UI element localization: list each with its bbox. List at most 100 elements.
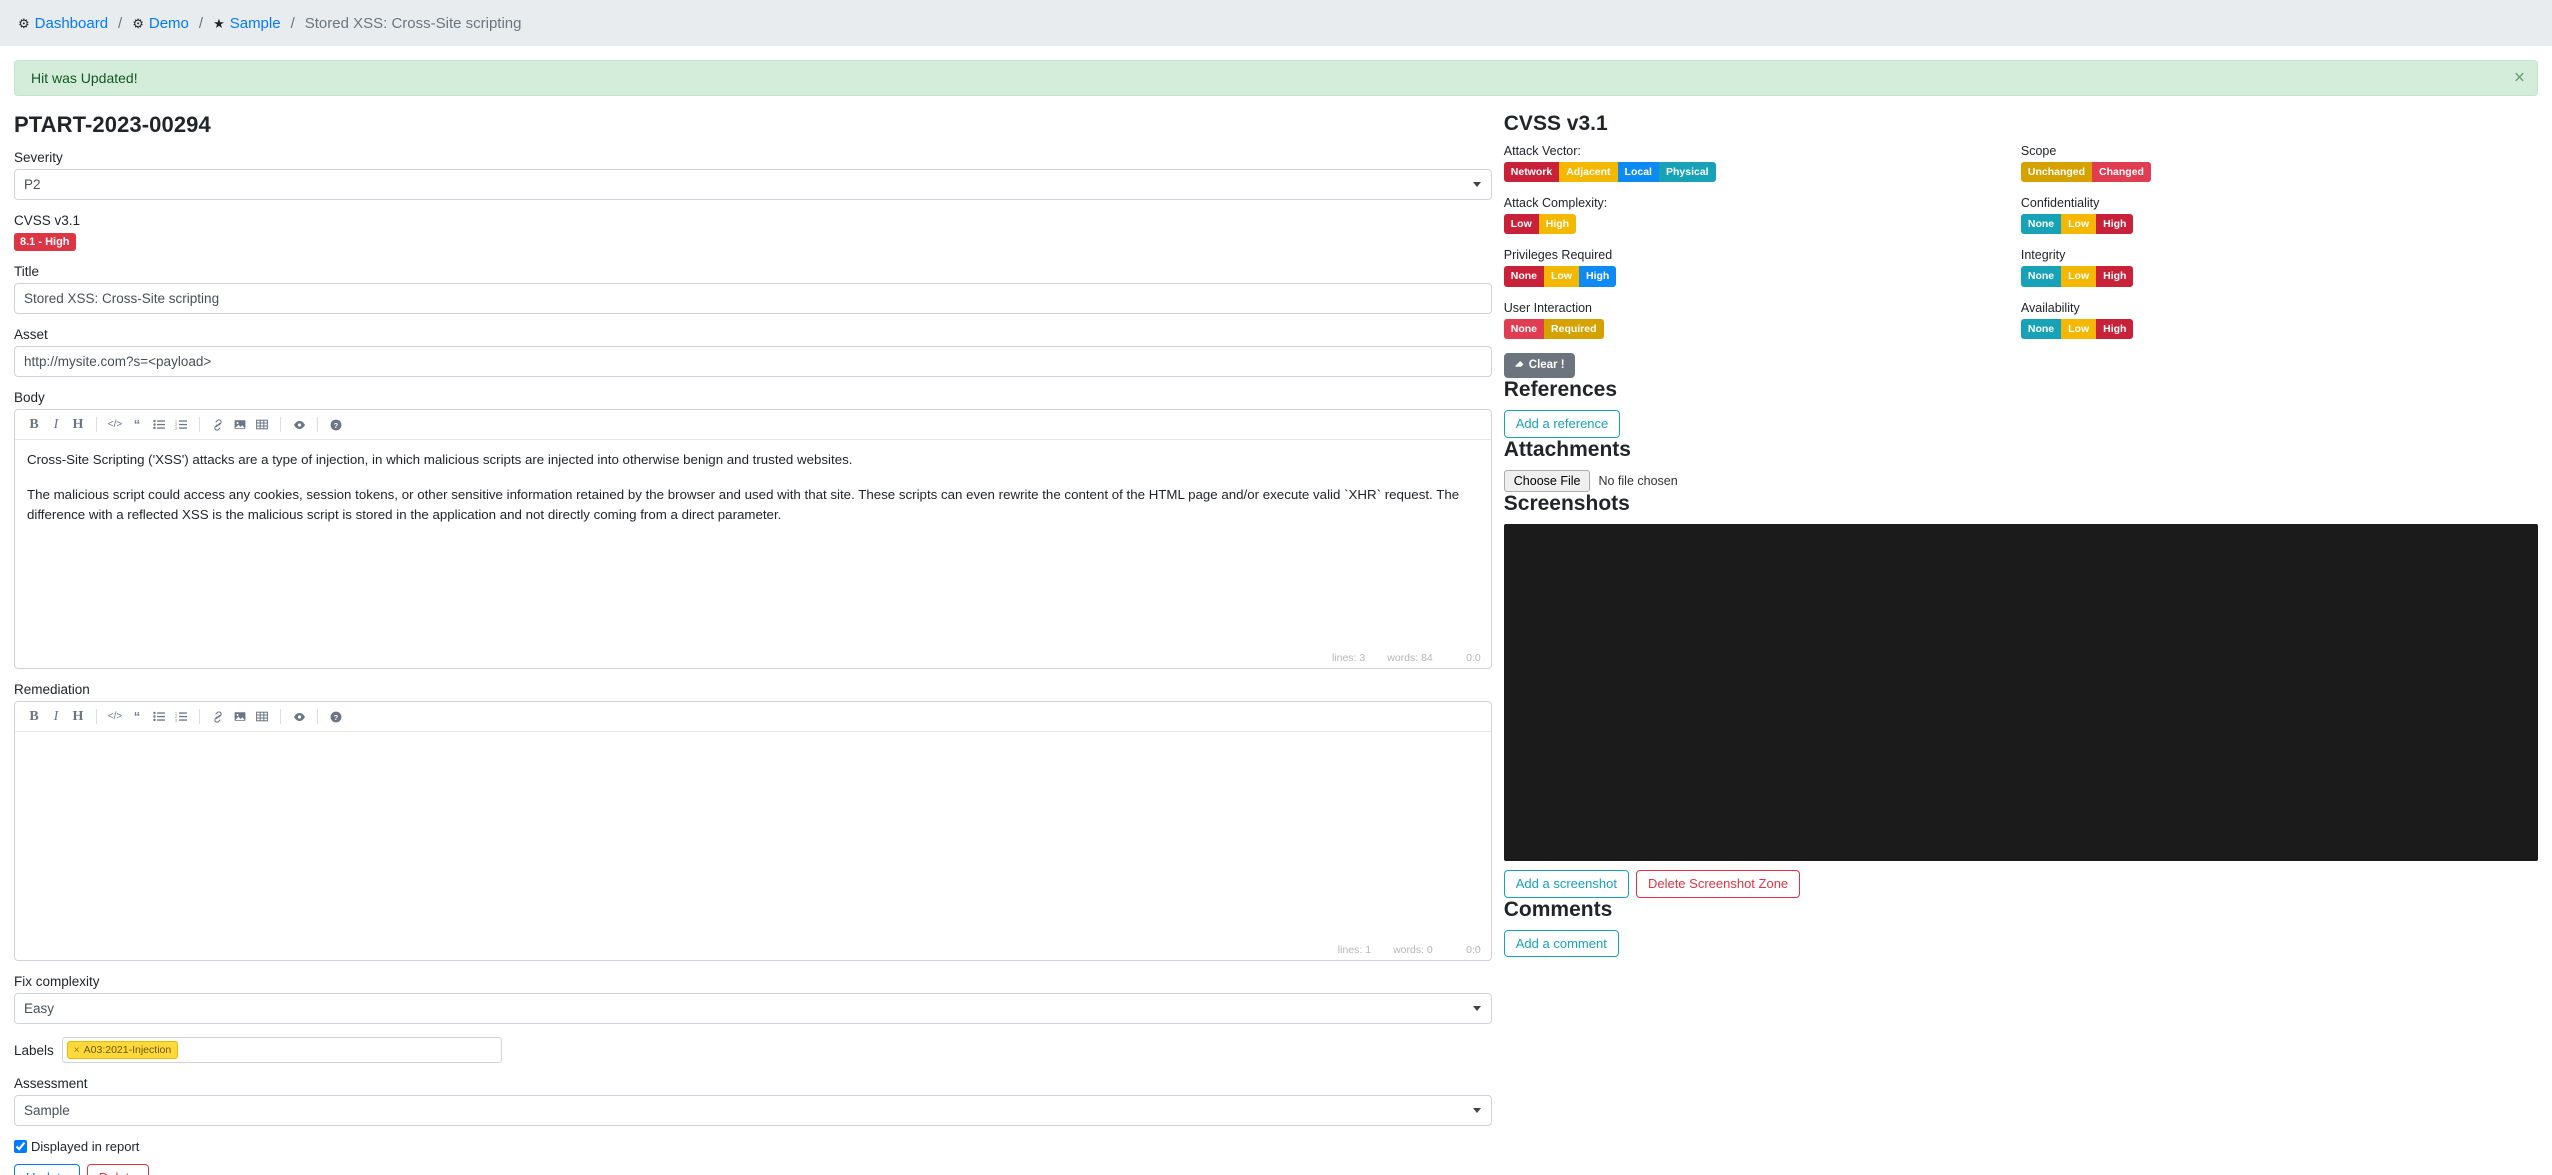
heading-icon[interactable]: H bbox=[67, 414, 89, 436]
delete-button[interactable]: Delete bbox=[87, 1164, 149, 1175]
integrity-option-none[interactable]: None bbox=[2021, 266, 2061, 286]
title-input[interactable]: Stored XSS: Cross-Site scripting bbox=[14, 283, 1492, 314]
alert-close-icon[interactable]: × bbox=[2514, 69, 2525, 88]
bullet-list-icon[interactable] bbox=[148, 706, 170, 728]
privileges-required-option-high[interactable]: High bbox=[1579, 266, 1616, 286]
update-button[interactable]: Update bbox=[14, 1164, 80, 1175]
bold-icon[interactable]: B bbox=[23, 414, 45, 436]
preview-eye-icon[interactable] bbox=[288, 414, 310, 436]
integrity-option-low[interactable]: Low bbox=[2061, 266, 2096, 286]
breadcrumb-item-sample[interactable]: ★ Sample bbox=[213, 15, 281, 32]
add-reference-button[interactable]: Add a reference bbox=[1504, 410, 1621, 438]
code-icon[interactable]: </> bbox=[104, 706, 126, 728]
italic-icon[interactable]: I bbox=[45, 414, 67, 436]
link-icon[interactable] bbox=[207, 706, 229, 728]
availability-option-high[interactable]: High bbox=[2096, 319, 2133, 339]
attack-complexity-label: Attack Complexity: bbox=[1504, 196, 2021, 210]
confidentiality-option-high[interactable]: High bbox=[2096, 214, 2133, 234]
user-interaction-option-required[interactable]: Required bbox=[1544, 319, 1604, 339]
user-interaction-option-none[interactable]: None bbox=[1504, 319, 1544, 339]
label-tag-remove-icon[interactable]: × bbox=[74, 1045, 80, 1056]
breadcrumb-item-dashboard[interactable]: ⚙ Dashboard bbox=[18, 15, 108, 32]
choose-file-button[interactable]: Choose File bbox=[1504, 470, 1591, 492]
scope-option-unchanged[interactable]: Unchanged bbox=[2021, 162, 2092, 182]
link-icon[interactable] bbox=[207, 414, 229, 436]
attack-complexity-option-low[interactable]: Low bbox=[1504, 214, 1539, 234]
assessment-select[interactable]: Sample bbox=[14, 1095, 1492, 1126]
breadcrumb-link-sample[interactable]: Sample bbox=[230, 15, 281, 32]
attack-complexity-options: Low High bbox=[1504, 214, 1576, 234]
quote-icon[interactable]: “ bbox=[126, 706, 148, 728]
cvss-and-media-column: CVSS v3.1 Attack Vector: Network Adjacen… bbox=[1504, 96, 2538, 1175]
image-icon[interactable] bbox=[229, 414, 251, 436]
remediation-editor[interactable]: B I H </> “ 123 bbox=[14, 701, 1492, 961]
cvss-group-integrity: Integrity None Low High bbox=[2021, 248, 2538, 286]
scope-option-changed[interactable]: Changed bbox=[2092, 162, 2151, 182]
help-icon[interactable]: ? bbox=[325, 706, 347, 728]
displayed-in-report-checkbox[interactable] bbox=[14, 1140, 27, 1153]
label-tag[interactable]: × A03:2021-Injection bbox=[67, 1041, 178, 1059]
confidentiality-option-none[interactable]: None bbox=[2021, 214, 2061, 234]
preview-eye-icon[interactable] bbox=[288, 706, 310, 728]
remediation-label: Remediation bbox=[14, 682, 1492, 697]
attack-complexity-option-high[interactable]: High bbox=[1539, 214, 1576, 234]
remediation-editor-content[interactable] bbox=[15, 732, 1491, 944]
toolbar-divider bbox=[280, 417, 281, 432]
alert-message: Hit was Updated! bbox=[31, 70, 138, 86]
ordered-list-icon[interactable]: 123 bbox=[170, 706, 192, 728]
availability-option-none[interactable]: None bbox=[2021, 319, 2061, 339]
body-cursor-position: 0:0 bbox=[1455, 652, 1481, 664]
attachment-file-input[interactable]: Choose File No file chosen bbox=[1504, 470, 2538, 492]
asset-field-group: Asset http://mysite.com?s=<payload> bbox=[14, 327, 1492, 377]
availability-options: None Low High bbox=[2021, 319, 2134, 339]
body-paragraph: Cross-Site Scripting ('XSS') attacks are… bbox=[27, 450, 1479, 471]
attack-vector-option-network[interactable]: Network bbox=[1504, 162, 1559, 182]
severity-select[interactable]: P2 bbox=[14, 169, 1492, 200]
quote-icon[interactable]: “ bbox=[126, 414, 148, 436]
attachments-heading: Attachments bbox=[1504, 438, 2538, 462]
italic-icon[interactable]: I bbox=[45, 706, 67, 728]
title-field-group: Title Stored XSS: Cross-Site scripting bbox=[14, 264, 1492, 314]
code-icon[interactable]: </> bbox=[104, 414, 126, 436]
table-icon[interactable] bbox=[251, 414, 273, 436]
add-comment-button[interactable]: Add a comment bbox=[1504, 930, 1619, 958]
cvss-clear-button[interactable]: Clear ! bbox=[1504, 353, 1575, 379]
bold-icon[interactable]: B bbox=[23, 706, 45, 728]
cvss-metrics-grid: Attack Vector: Network Adjacent Local Ph… bbox=[1504, 144, 2538, 353]
table-icon[interactable] bbox=[251, 706, 273, 728]
body-editor[interactable]: B I H </> “ 123 bbox=[14, 409, 1492, 669]
scope-label: Scope bbox=[2021, 144, 2538, 158]
heading-icon[interactable]: H bbox=[67, 706, 89, 728]
attack-vector-option-physical[interactable]: Physical bbox=[1659, 162, 1716, 182]
image-icon[interactable] bbox=[229, 706, 251, 728]
ordered-list-icon[interactable]: 123 bbox=[170, 414, 192, 436]
availability-option-low[interactable]: Low bbox=[2061, 319, 2096, 339]
privileges-required-option-low[interactable]: Low bbox=[1544, 266, 1579, 286]
cvss-score-group: CVSS v3.1 8.1 - High bbox=[14, 213, 1492, 251]
screenshot-zone[interactable] bbox=[1504, 524, 2538, 861]
help-icon[interactable]: ? bbox=[325, 414, 347, 436]
confidentiality-option-low[interactable]: Low bbox=[2061, 214, 2096, 234]
remediation-editor-status: lines: 1 words: 0 0:0 bbox=[15, 944, 1491, 960]
user-interaction-options: None Required bbox=[1504, 319, 1604, 339]
breadcrumb-link-dashboard[interactable]: Dashboard bbox=[35, 15, 108, 32]
asset-input[interactable]: http://mysite.com?s=<payload> bbox=[14, 346, 1492, 377]
breadcrumb-link-demo[interactable]: Demo bbox=[149, 15, 189, 32]
add-screenshot-button[interactable]: Add a screenshot bbox=[1504, 870, 1629, 898]
integrity-option-high[interactable]: High bbox=[2096, 266, 2133, 286]
cvss-score-label: CVSS v3.1 bbox=[14, 213, 1492, 228]
labels-input[interactable]: × A03:2021-Injection bbox=[62, 1037, 502, 1063]
breadcrumb-item-demo[interactable]: ⚙ Demo bbox=[132, 15, 189, 32]
bullet-list-icon[interactable] bbox=[148, 414, 170, 436]
attack-vector-option-adjacent[interactable]: Adjacent bbox=[1559, 162, 1617, 182]
privileges-required-label: Privileges Required bbox=[1504, 248, 2021, 262]
privileges-required-option-none[interactable]: None bbox=[1504, 266, 1544, 286]
body-editor-content[interactable]: Cross-Site Scripting ('XSS') attacks are… bbox=[15, 440, 1491, 652]
remediation-editor-toolbar: B I H </> “ 123 bbox=[15, 702, 1491, 732]
fix-complexity-select[interactable]: Easy bbox=[14, 993, 1492, 1024]
attack-vector-options: Network Adjacent Local Physical bbox=[1504, 162, 1716, 182]
delete-screenshot-zone-button[interactable]: Delete Screenshot Zone bbox=[1636, 870, 1800, 898]
cvss-clear-label: Clear ! bbox=[1529, 359, 1565, 373]
displayed-in-report-row[interactable]: Displayed in report bbox=[14, 1139, 1492, 1154]
attack-vector-option-local[interactable]: Local bbox=[1618, 162, 1659, 182]
